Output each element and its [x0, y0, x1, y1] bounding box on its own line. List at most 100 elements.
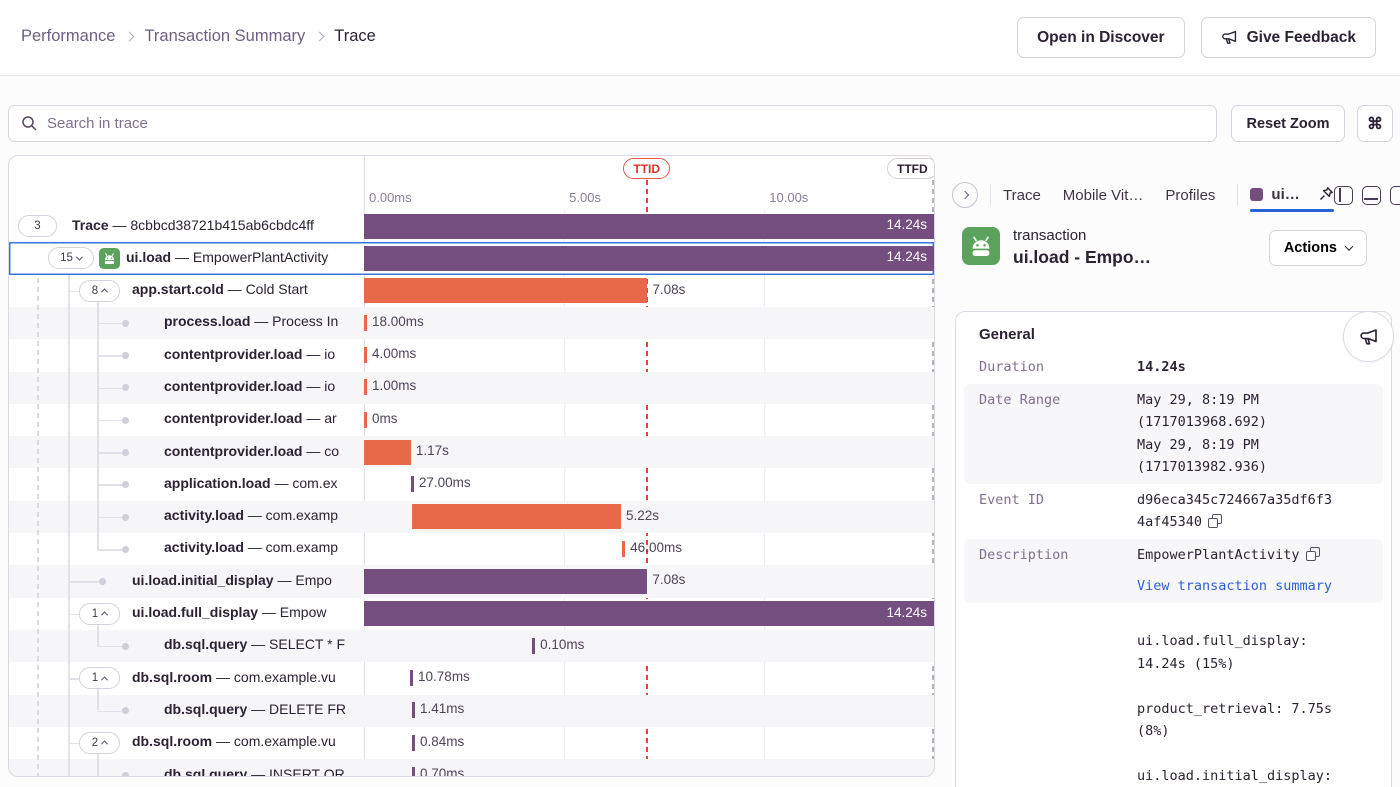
- span-waterfall-cell[interactable]: 0.70ms: [364, 759, 934, 777]
- span-waterfall-cell[interactable]: 0ms: [364, 404, 934, 436]
- span-duration-bar[interactable]: [364, 569, 647, 594]
- span-duration-bar[interactable]: [532, 638, 535, 654]
- children-count-pill[interactable]: 8: [79, 280, 120, 302]
- trace-row-db.sql.query[interactable]: db.sql.query — INSERT OR0.70ms: [9, 759, 934, 777]
- span-duration-bar[interactable]: [364, 214, 934, 239]
- trace-row-ui.load.initial_display[interactable]: ui.load.initial_display — Empo7.08s: [9, 565, 934, 597]
- span-waterfall-cell[interactable]: 0.84ms: [364, 727, 934, 759]
- span-tree-cell[interactable]: activity.load — com.examp: [9, 501, 364, 533]
- copy-icon[interactable]: [1208, 514, 1222, 528]
- trace-row-contentprovider.load[interactable]: contentprovider.load — ar0ms: [9, 404, 934, 436]
- span-tree-cell[interactable]: 1db.sql.room — com.example.vu: [9, 662, 364, 694]
- tab-ui-load-active[interactable]: ui…: [1250, 186, 1333, 205]
- children-count-pill[interactable]: 15: [48, 247, 94, 269]
- trace-row-Trace[interactable]: 3Trace — 8cbbcd38721b415ab6cbdc4ff14.24s: [9, 210, 934, 242]
- trace-row-db.sql.query[interactable]: db.sql.query — DELETE FR1.41ms: [9, 694, 934, 726]
- span-tree-cell[interactable]: 15ui.load — EmpowerPlantActivity: [9, 242, 364, 274]
- layout-sidebar-right-icon[interactable]: [1390, 186, 1400, 205]
- pin-icon[interactable]: [1318, 186, 1334, 202]
- children-count-pill[interactable]: 3: [18, 215, 57, 237]
- span-tree-cell[interactable]: db.sql.query — DELETE FR: [9, 694, 364, 726]
- span-waterfall-cell[interactable]: 4.00ms: [364, 339, 934, 371]
- span-waterfall-cell[interactable]: 1.41ms: [364, 694, 934, 726]
- span-duration-bar[interactable]: [364, 246, 934, 271]
- span-waterfall-cell[interactable]: 27.00ms: [364, 468, 934, 500]
- trace-row-process.load[interactable]: process.load — Process In18.00ms: [9, 307, 934, 339]
- trace-row-db.sql.room[interactable]: 1db.sql.room — com.example.vu10.78ms: [9, 662, 934, 694]
- tab-profiles[interactable]: Profiles: [1165, 187, 1215, 204]
- span-waterfall-cell[interactable]: 46.00ms: [364, 533, 934, 565]
- span-waterfall-cell[interactable]: 0.10ms: [364, 630, 934, 662]
- span-duration-bar[interactable]: [364, 278, 647, 303]
- span-duration-bar[interactable]: [364, 315, 367, 331]
- span-tree-cell[interactable]: db.sql.query — SELECT * F: [9, 630, 364, 662]
- trace-row-contentprovider.load[interactable]: contentprovider.load — io1.00ms: [9, 371, 934, 403]
- span-tree-cell[interactable]: contentprovider.load — ar: [9, 404, 364, 436]
- span-tree-cell[interactable]: 1ui.load.full_display — Empow: [9, 598, 364, 630]
- search-input[interactable]: [8, 105, 1217, 142]
- view-transaction-summary-link[interactable]: View transaction summary: [1137, 575, 1332, 598]
- span-waterfall-cell[interactable]: 7.08s: [364, 275, 934, 307]
- ttid-marker-pill[interactable]: TTID: [623, 158, 670, 179]
- span-duration-bar[interactable]: [412, 702, 415, 718]
- span-duration-bar[interactable]: [364, 347, 367, 363]
- layout-sidebar-left-icon[interactable]: [1334, 186, 1353, 205]
- reset-zoom-button[interactable]: Reset Zoom: [1231, 105, 1345, 142]
- span-tree-cell[interactable]: process.load — Process In: [9, 307, 364, 339]
- open-in-discover-button[interactable]: Open in Discover: [1017, 17, 1184, 58]
- span-waterfall-cell[interactable]: 7.08s: [364, 565, 934, 597]
- span-duration-bar[interactable]: [412, 504, 621, 529]
- command-shortcut-button[interactable]: ⌘: [1357, 105, 1393, 142]
- span-duration-bar[interactable]: [412, 767, 415, 777]
- span-waterfall-cell[interactable]: 1.00ms: [364, 371, 934, 403]
- span-duration-bar[interactable]: [364, 440, 411, 465]
- span-tree-cell[interactable]: 8app.start.cold — Cold Start: [9, 275, 364, 307]
- children-count-pill[interactable]: 1: [79, 667, 120, 689]
- span-waterfall-cell[interactable]: 18.00ms: [364, 307, 934, 339]
- trace-row-db.sql.room[interactable]: 2db.sql.room — com.example.vu0.84ms: [9, 727, 934, 759]
- copy-icon[interactable]: [1306, 547, 1320, 561]
- breadcrumb-performance[interactable]: Performance: [21, 27, 115, 46]
- span-duration-bar[interactable]: [622, 541, 625, 557]
- expand-panel-button[interactable]: [952, 182, 978, 208]
- span-duration-bar[interactable]: [364, 601, 934, 626]
- trace-row-ui.load.full_display[interactable]: 1ui.load.full_display — Empow14.24s: [9, 598, 934, 630]
- span-waterfall-cell[interactable]: 10.78ms: [364, 662, 934, 694]
- span-tree-cell[interactable]: 2db.sql.room — com.example.vu: [9, 727, 364, 759]
- feedback-float-button[interactable]: [1343, 311, 1394, 362]
- tab-trace[interactable]: Trace: [1003, 187, 1041, 204]
- trace-row-activity.load[interactable]: activity.load — com.examp5.22s: [9, 501, 934, 533]
- span-tree-cell[interactable]: contentprovider.load — co: [9, 436, 364, 468]
- span-tree-cell[interactable]: contentprovider.load — io: [9, 371, 364, 403]
- span-tree-cell[interactable]: contentprovider.load — io: [9, 339, 364, 371]
- span-duration-bar[interactable]: [410, 670, 413, 686]
- span-tree-cell[interactable]: ui.load.initial_display — Empo: [9, 565, 364, 597]
- breadcrumb-transaction-summary[interactable]: Transaction Summary: [144, 27, 305, 46]
- trace-row-db.sql.query[interactable]: db.sql.query — SELECT * F0.10ms: [9, 630, 934, 662]
- children-count-pill[interactable]: 1: [79, 603, 120, 625]
- layout-panel-bottom-icon[interactable]: [1362, 186, 1381, 205]
- trace-row-app.start.cold[interactable]: 8app.start.cold — Cold Start7.08s: [9, 275, 934, 307]
- give-feedback-button[interactable]: Give Feedback: [1201, 17, 1376, 58]
- trace-row-ui.load[interactable]: 15ui.load — EmpowerPlantActivity14.24s: [9, 242, 934, 274]
- span-tree-cell[interactable]: db.sql.query — INSERT OR: [9, 759, 364, 777]
- span-tree-cell[interactable]: 3Trace — 8cbbcd38721b415ab6cbdc4ff: [9, 210, 364, 242]
- span-duration-bar[interactable]: [412, 735, 415, 751]
- span-waterfall-cell[interactable]: 1.17s: [364, 436, 934, 468]
- trace-row-activity.load[interactable]: activity.load — com.examp46.00ms: [9, 533, 934, 565]
- trace-row-contentprovider.load[interactable]: contentprovider.load — co1.17s: [9, 436, 934, 468]
- tab-mobile-vit-[interactable]: Mobile Vit…: [1063, 187, 1144, 204]
- span-duration-bar[interactable]: [364, 412, 367, 428]
- span-duration-bar[interactable]: [364, 379, 367, 395]
- trace-row-contentprovider.load[interactable]: contentprovider.load — io4.00ms: [9, 339, 934, 371]
- span-waterfall-cell[interactable]: 14.24s: [364, 598, 934, 630]
- span-waterfall-cell[interactable]: 5.22s: [364, 501, 934, 533]
- span-duration-bar[interactable]: [411, 476, 414, 492]
- span-tree-cell[interactable]: application.load — com.ex: [9, 468, 364, 500]
- span-tree-cell[interactable]: activity.load — com.examp: [9, 533, 364, 565]
- ttfd-marker-pill[interactable]: TTFD: [887, 158, 935, 179]
- children-count-pill[interactable]: 2: [79, 732, 120, 754]
- trace-row-application.load[interactable]: application.load — com.ex27.00ms: [9, 468, 934, 500]
- span-waterfall-cell[interactable]: 14.24s: [364, 242, 934, 274]
- span-waterfall-cell[interactable]: 14.24s: [364, 210, 934, 242]
